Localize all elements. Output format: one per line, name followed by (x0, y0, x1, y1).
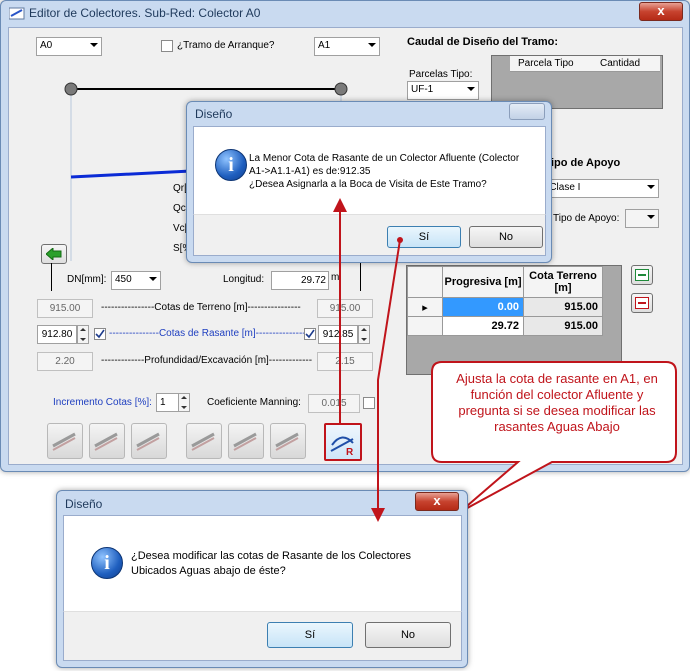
arrow-origin-dot (397, 237, 403, 243)
arrow-head-down (371, 508, 385, 522)
annotation-arrows (333, 198, 403, 522)
arrow-yes-to-dialog2 (377, 239, 401, 512)
arrow-head-up (333, 198, 347, 212)
